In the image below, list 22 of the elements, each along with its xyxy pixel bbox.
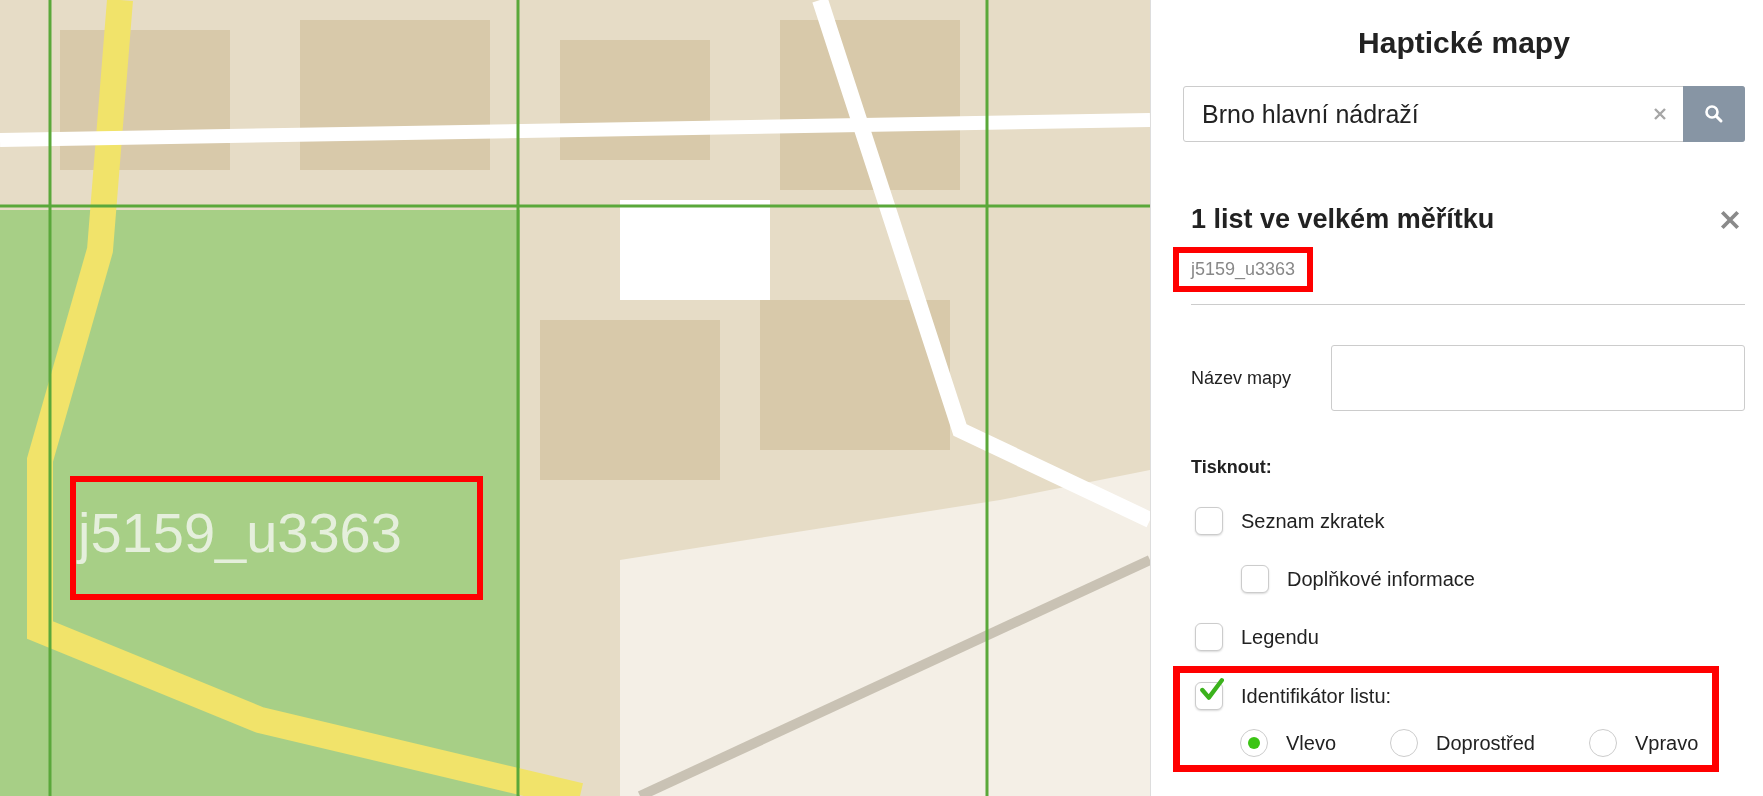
- clear-icon[interactable]: [1653, 107, 1667, 121]
- checkbox-label: Identifikátor listu:: [1241, 684, 1392, 708]
- section-heading: 1 list ve velkém měřítku: [1191, 204, 1495, 235]
- search-icon: [1704, 104, 1724, 124]
- app-title: Haptické mapy: [1357, 25, 1571, 61]
- search-field[interactable]: Brno hlavní nádraží: [1183, 86, 1745, 142]
- radio-label: Vlevo: [1286, 731, 1337, 755]
- sheet-label: j5159_u3363: [78, 500, 402, 565]
- close-icon[interactable]: [1719, 208, 1741, 231]
- checkbox[interactable]: [1195, 507, 1223, 535]
- checkbox-label: Doplňkové informace: [1287, 567, 1475, 591]
- field-label: Název mapy: [1191, 367, 1293, 389]
- checkbox-label: Seznam zkratek: [1241, 509, 1385, 533]
- checkbox[interactable]: [1241, 565, 1269, 593]
- map-name-field[interactable]: [1331, 345, 1745, 411]
- print-heading: Tisknout:: [1191, 457, 1273, 478]
- sheet-id: j5159_u3363: [1173, 247, 1314, 292]
- radio-label: Doprostřed: [1436, 731, 1535, 755]
- search-button[interactable]: [1683, 86, 1745, 142]
- radio-label: Vpravo: [1634, 731, 1699, 755]
- checkbox[interactable]: [1195, 623, 1223, 651]
- checkbox-label: Legendu: [1241, 625, 1319, 649]
